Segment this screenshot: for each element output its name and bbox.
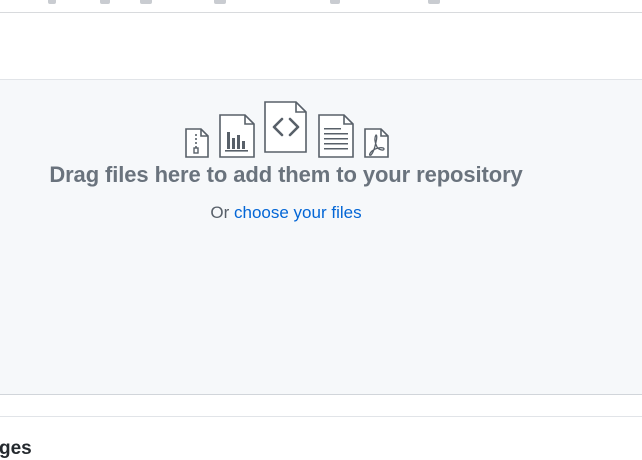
bookmark-fragment[interactable] <box>330 0 340 4</box>
bookmark-fragment[interactable] <box>140 0 152 4</box>
file-type-icons <box>184 100 390 158</box>
bookmark-fragment[interactable] <box>48 0 56 4</box>
dropzone-title: Drag files here to add them to your repo… <box>49 162 523 187</box>
upload-header <box>0 13 642 80</box>
choose-files-prompt: Or choose your files <box>0 203 572 223</box>
browser-bookmarks-bar <box>0 0 642 13</box>
choose-files-prefix: Or <box>210 203 230 222</box>
bookmark-fragment[interactable] <box>214 0 226 4</box>
choose-files-link[interactable]: choose your files <box>234 203 362 222</box>
zip-file-icon <box>185 128 209 158</box>
pdf-file-icon <box>364 128 389 158</box>
section-divider <box>0 416 642 417</box>
bookmark-fragment[interactable] <box>428 0 440 4</box>
commit-changes-heading: ges <box>0 438 32 459</box>
chart-file-icon <box>219 114 255 158</box>
bookmark-fragment[interactable] <box>100 0 110 4</box>
code-file-icon <box>264 101 307 153</box>
text-file-icon <box>318 114 354 158</box>
